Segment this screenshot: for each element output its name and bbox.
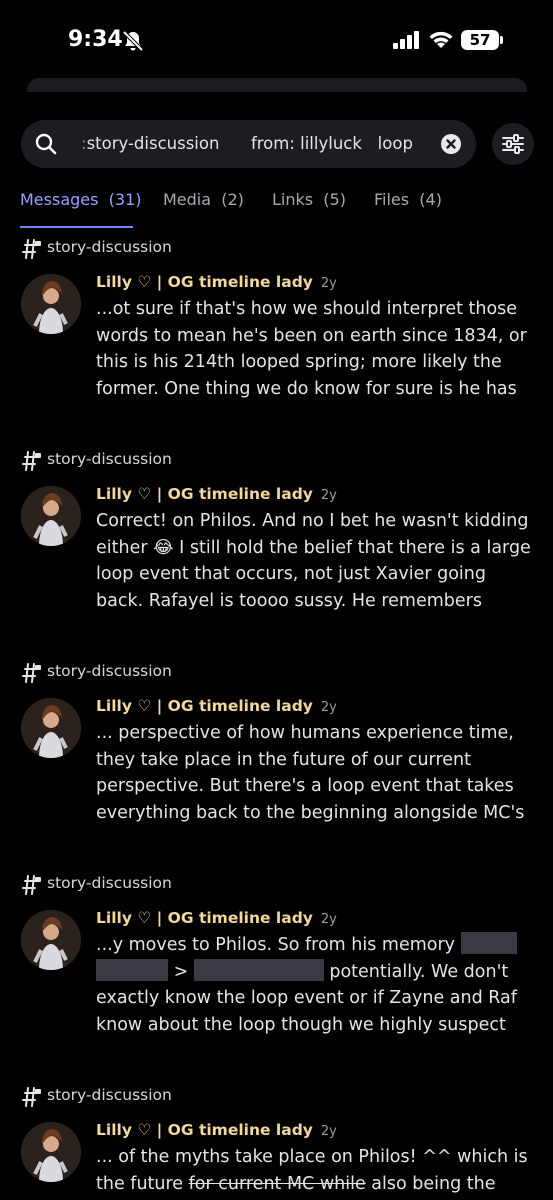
channel-name: story-discussion [47, 662, 172, 680]
tab-count: (31) [108, 190, 142, 209]
author-name[interactable]: Lilly ♡ | OG timeline lady [96, 273, 313, 291]
tab-links[interactable]: Links (5) [272, 190, 346, 209]
search-input[interactable]: :story-discussion from: lillyluck loop [21, 120, 476, 168]
tab-count: (4) [419, 190, 442, 209]
message-text: ...ot sure if that's how we should inter… [96, 299, 527, 399]
avatar-image [21, 910, 81, 970]
avatar[interactable] [21, 910, 81, 970]
message-text: Correct! on Philos. And no I bet he wasn… [96, 508, 536, 614]
laughing-emoji: 😂 [153, 537, 174, 558]
avatar[interactable] [21, 698, 81, 758]
message-text-part: also being the [365, 1173, 496, 1194]
message-timestamp: 2y [320, 276, 337, 291]
message-header: Lilly ♡ | OG timeline lady 2y [96, 272, 337, 291]
message-text-part: > [168, 961, 194, 982]
message-header: Lilly ♡ | OG timeline lady 2y [96, 1120, 337, 1139]
result-tabs: Messages (31) Media (2) Links (5) Files … [0, 180, 553, 228]
locked-channel-icon [22, 663, 41, 683]
avatar-image [21, 274, 81, 334]
message-timestamp: 2y [320, 488, 337, 503]
channel-name: story-discussion [47, 238, 172, 256]
message-header: Lilly ♡ | OG timeline lady 2y [96, 908, 337, 927]
search-from-filter: from: lillyluck [250, 134, 362, 153]
author-name[interactable]: Lilly ♡ | OG timeline lady [96, 909, 313, 927]
avatar[interactable] [21, 1122, 81, 1182]
message-text-part: for current MC while [188, 1173, 366, 1194]
bell-slash-icon [122, 30, 144, 52]
channel-name: story-discussion [47, 1086, 172, 1104]
tab-messages[interactable]: Messages (31) [20, 190, 141, 209]
locked-channel-icon [22, 239, 41, 259]
tab-label: Media [163, 190, 212, 209]
tab-media[interactable]: Media (2) [163, 190, 244, 209]
message-text: ... of the myths take place on Philos! ^… [96, 1144, 536, 1197]
search-icon [35, 133, 57, 155]
tab-count: (2) [221, 190, 244, 209]
battery-nub [500, 36, 503, 44]
message-header: Lilly ♡ | OG timeline lady 2y [96, 484, 337, 503]
close-icon [446, 139, 456, 149]
locked-channel-icon [22, 875, 41, 895]
avatar[interactable] [21, 274, 81, 334]
avatar-image [21, 486, 81, 546]
avatar-image [21, 698, 81, 758]
wifi-icon [429, 31, 453, 48]
redaction-block [460, 932, 517, 954]
message-timestamp: 2y [320, 1124, 337, 1139]
author-name[interactable]: Lilly ♡ | OG timeline lady [96, 1121, 313, 1139]
search-channel-filter: story-discussion [86, 134, 220, 153]
tab-label: Messages [20, 190, 99, 209]
status-time: 9:34 [68, 27, 123, 52]
redaction-block [96, 958, 168, 981]
search-term: loop [377, 134, 413, 153]
status-bar: 9:34 57 [0, 0, 553, 84]
search-query[interactable]: :story-discussion from: lillyluck loop [81, 120, 413, 168]
channel-name: story-discussion [47, 450, 172, 468]
message-text: ... perspective of how humans experience… [96, 723, 525, 823]
tab-count: (5) [323, 190, 346, 209]
author-name[interactable]: Lilly ♡ | OG timeline lady [96, 485, 313, 503]
locked-channel-icon [22, 451, 41, 471]
clear-search-button[interactable] [441, 134, 461, 154]
tab-files[interactable]: Files (4) [374, 190, 442, 209]
avatar[interactable] [21, 486, 81, 546]
signal-icon [393, 31, 419, 49]
filter-button[interactable] [492, 123, 534, 165]
battery-indicator: 57 [461, 30, 499, 50]
message-text: ...y moves to Philos. So from his memory… [96, 932, 536, 1038]
channel-name: story-discussion [47, 874, 172, 892]
tab-label: Links [272, 190, 314, 209]
active-tab-indicator [20, 226, 133, 228]
sliders-icon [502, 134, 524, 154]
redaction-block [193, 958, 324, 981]
locked-channel-icon [22, 1087, 41, 1107]
tab-label: Files [374, 190, 410, 209]
author-name[interactable]: Lilly ♡ | OG timeline lady [96, 697, 313, 715]
message-header: Lilly ♡ | OG timeline lady 2y [96, 696, 337, 715]
avatar-image [21, 1122, 81, 1182]
message-text-part: ...y moves to Philos. So from his memory [96, 935, 461, 955]
sheet-handle [27, 78, 527, 92]
message-timestamp: 2y [320, 700, 337, 715]
message-timestamp: 2y [320, 912, 337, 927]
